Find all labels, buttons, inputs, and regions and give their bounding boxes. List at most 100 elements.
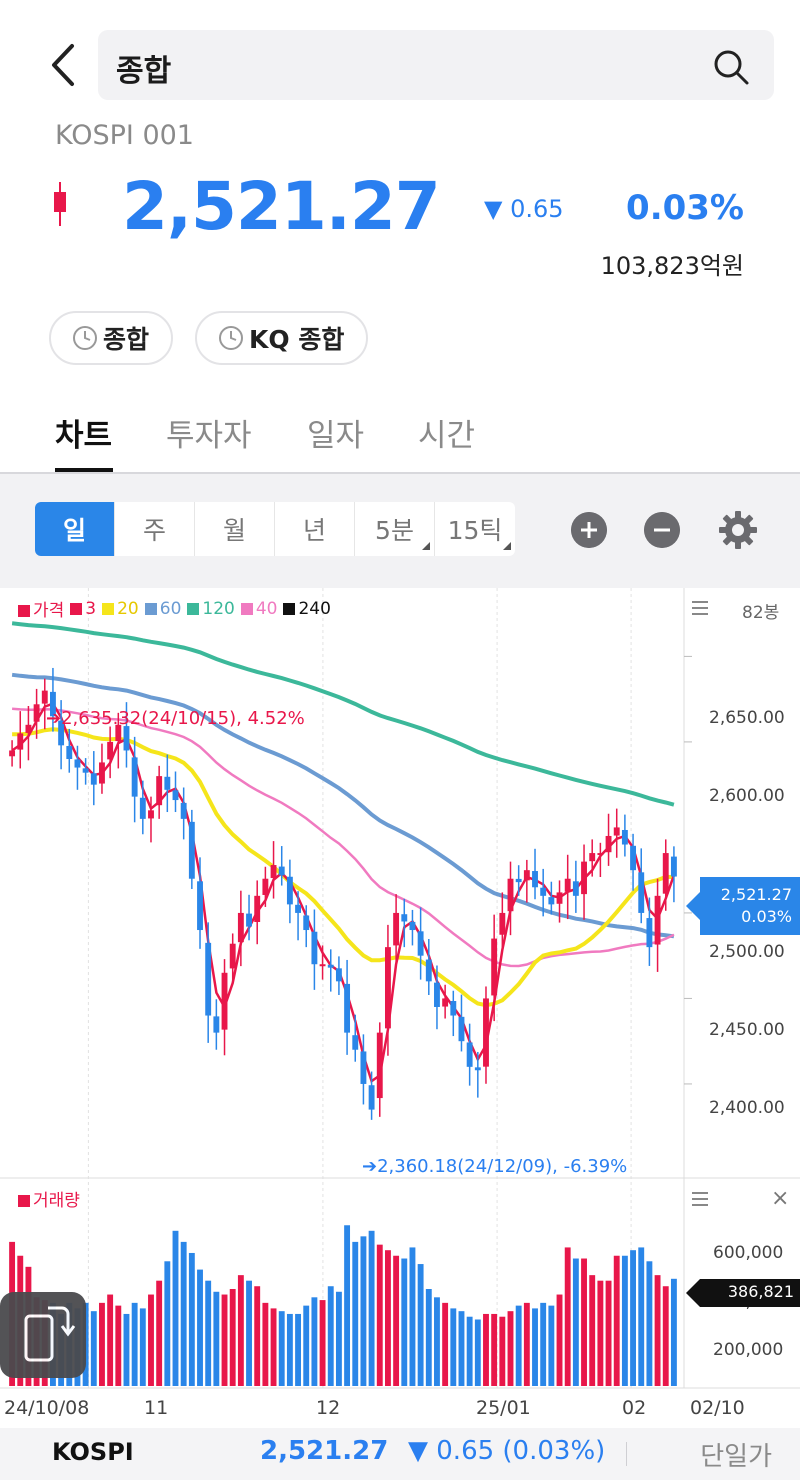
legend-ma40: 40	[240, 599, 277, 619]
volume-bar	[344, 1225, 351, 1386]
gear-icon[interactable]	[717, 509, 759, 551]
volume-bar	[621, 1255, 628, 1386]
candle-body	[33, 704, 40, 722]
price-tag-pct: 0.03%	[741, 907, 792, 926]
volume-bar	[556, 1294, 563, 1386]
volume-bar	[148, 1294, 154, 1386]
clock-icon	[73, 326, 97, 350]
period-15tick-button[interactable]: 15틱	[435, 502, 515, 556]
candle-body	[613, 827, 620, 836]
rotate-screen-button[interactable]	[0, 1292, 86, 1378]
chevron-left-icon	[52, 44, 74, 86]
candle-body	[597, 853, 604, 856]
tab-investor[interactable]: 투자자	[166, 410, 252, 455]
candle-body	[605, 835, 612, 853]
candle-body	[213, 1016, 220, 1033]
period-week-button[interactable]: 주	[115, 502, 195, 556]
volume-bar	[499, 1316, 506, 1386]
candle-body	[621, 829, 628, 845]
volume-bar	[450, 1308, 457, 1386]
chip-kosdaq[interactable]: KQ 종합	[195, 311, 369, 365]
candle-body	[589, 853, 596, 862]
candle-body	[352, 1035, 359, 1050]
volume-bar	[246, 1280, 252, 1386]
volume-bar	[638, 1247, 645, 1386]
candle-body	[246, 913, 252, 927]
volume-bar	[311, 1297, 318, 1386]
legend-ma120: 120	[187, 599, 235, 619]
candle-body	[507, 878, 514, 912]
trade-mode-button[interactable]: 단일가	[700, 1436, 772, 1473]
candle-body	[670, 856, 677, 877]
price-tag-value: 2,521.27	[720, 885, 792, 904]
period-day-button[interactable]: 일	[35, 502, 115, 556]
tab-daily[interactable]: 일자	[307, 410, 364, 455]
candle-body	[156, 776, 163, 806]
volume-bar	[237, 1275, 244, 1386]
search-bar[interactable]: 종합	[98, 30, 774, 100]
candle-body	[90, 773, 97, 785]
volume-bar	[597, 1280, 604, 1386]
candle-body	[180, 802, 187, 819]
volume-bar	[131, 1302, 138, 1386]
bottom-ticker-bar[interactable]: KOSPI 2,521.27 ▼ 0.65 (0.03%) 단일가	[0, 1428, 800, 1480]
ticker-name: KOSPI	[52, 1438, 134, 1466]
candle-body	[82, 768, 89, 773]
legend-ma240: 240	[283, 599, 331, 619]
volume-bar	[564, 1247, 571, 1386]
bar-count: 82봉	[742, 603, 780, 623]
back-button[interactable]	[46, 40, 82, 90]
chip-label: KQ 종합	[249, 325, 345, 354]
volume-bar	[303, 1305, 310, 1386]
volume-bar	[335, 1291, 342, 1386]
volume-bar	[156, 1280, 163, 1386]
volume-bar	[417, 1264, 424, 1386]
candle-body	[188, 821, 195, 879]
candle-body	[466, 1042, 473, 1067]
candle-body	[25, 724, 32, 733]
volume-bar	[466, 1316, 473, 1386]
candle-body	[9, 750, 16, 757]
candle-body	[66, 746, 73, 760]
volume-bar	[670, 1278, 677, 1386]
ticker-change: ▼ 0.65 (0.03%)	[408, 1436, 606, 1466]
volume-bar	[221, 1294, 228, 1386]
candle-mark-icon	[54, 182, 66, 226]
candle-body	[131, 757, 138, 797]
candle-body	[491, 938, 498, 996]
chart-menu-icon[interactable]	[692, 601, 708, 615]
volume-bar	[581, 1258, 587, 1386]
volume-bar	[613, 1255, 620, 1386]
price-tick: 2,400.00	[709, 1098, 785, 1118]
tab-time[interactable]: 시간	[418, 410, 475, 455]
candle-body	[303, 915, 310, 931]
period-month-button[interactable]: 월	[195, 502, 275, 556]
candle-body	[123, 726, 130, 751]
chip-kospi[interactable]: 종합	[49, 311, 174, 365]
tab-chart[interactable]: 차트	[55, 410, 112, 455]
volume-bar	[270, 1308, 277, 1386]
candle-body	[425, 959, 432, 982]
period-5min-button[interactable]: 5분	[355, 502, 435, 556]
close-icon[interactable]: ×	[771, 1186, 789, 1211]
x-tick: 02/10	[690, 1397, 745, 1419]
candle-body	[74, 759, 81, 768]
search-icon[interactable]	[712, 48, 750, 86]
period-year-button[interactable]: 년	[275, 502, 355, 556]
legend-price: 가격	[18, 596, 64, 621]
candle-body	[458, 1016, 465, 1042]
volume-bar	[360, 1236, 367, 1386]
period-5min-label: 5분	[375, 516, 414, 545]
volume-label: 거래량	[33, 1191, 80, 1211]
zoom-out-icon[interactable]	[644, 512, 680, 548]
candle-body	[368, 1085, 375, 1110]
legend-ma60: 60	[144, 599, 181, 619]
volume-bar	[278, 1311, 285, 1386]
volume-bar	[474, 1319, 481, 1386]
price-change-percent: 0.03%	[626, 188, 744, 228]
volume-menu-icon[interactable]	[692, 1192, 708, 1206]
candle-body	[654, 895, 661, 945]
candle-body	[278, 866, 285, 876]
search-input[interactable]: 종합	[116, 46, 171, 90]
zoom-in-icon[interactable]	[571, 512, 607, 548]
